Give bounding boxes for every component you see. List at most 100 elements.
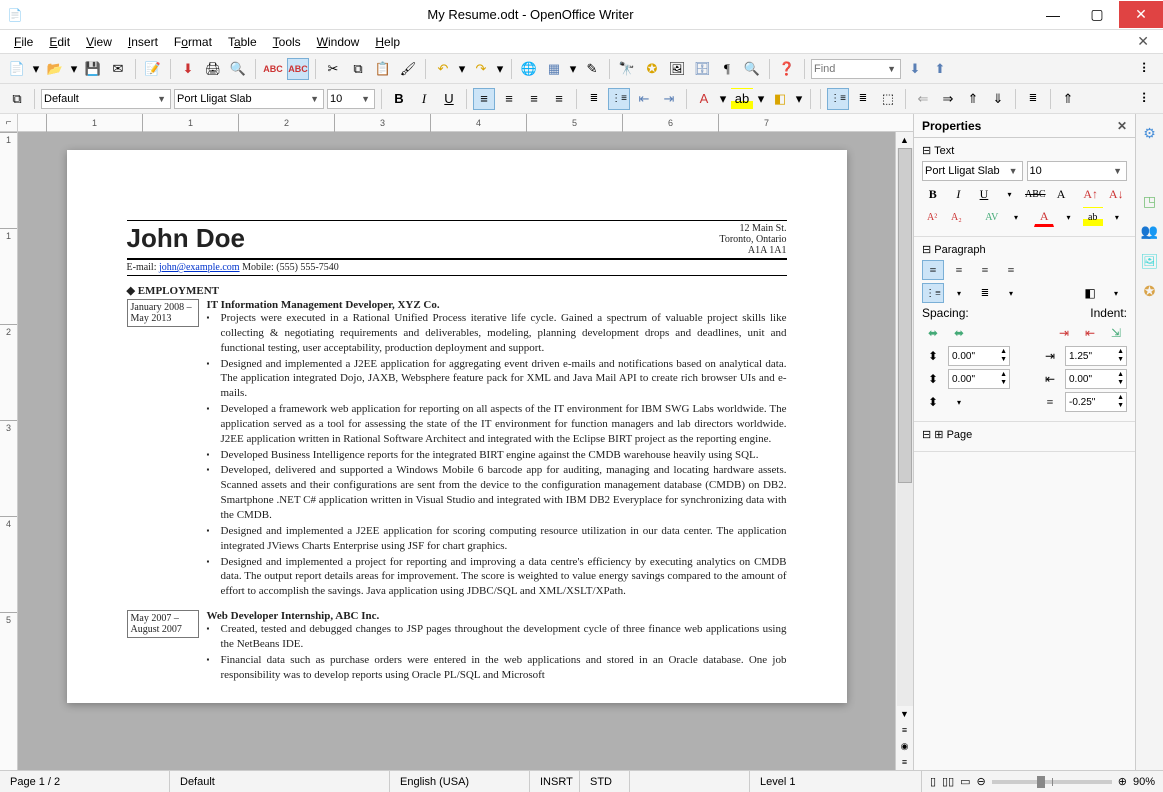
above-spacing-input[interactable]: [949, 351, 998, 362]
gallery-button[interactable]: 🖼: [666, 58, 688, 80]
vertical-scrollbar[interactable]: ▲ ▼ ≡ ◉ ≡: [895, 132, 913, 770]
font-name-field[interactable]: ▼: [174, 89, 324, 109]
align-justify-button[interactable]: ≡: [548, 88, 570, 110]
panel-shadow-button[interactable]: A: [1050, 184, 1072, 204]
increase-spacing-button[interactable]: ⬌: [922, 323, 944, 343]
scroll-thumb[interactable]: [898, 148, 912, 483]
increase-indent-button[interactable]: ⇥: [658, 88, 680, 110]
status-page[interactable]: Page 1 / 2: [0, 771, 170, 792]
font-size-input[interactable]: [330, 93, 359, 105]
align-left-button[interactable]: ≡: [473, 88, 495, 110]
highlight-button[interactable]: ab: [731, 88, 753, 110]
panel-bgcolor-dropdown[interactable]: ▾: [1105, 283, 1127, 303]
menu-tools[interactable]: Tools: [267, 33, 307, 51]
spellcheck-button[interactable]: ABC: [262, 58, 284, 80]
firstline-indent-input[interactable]: [1066, 397, 1115, 408]
scroll-down-button[interactable]: ▼: [897, 706, 913, 722]
menu-window[interactable]: Window: [311, 33, 366, 51]
panel-strike-button[interactable]: ABC: [1024, 184, 1046, 204]
panel-spacing-dropdown[interactable]: ▾: [1006, 207, 1026, 227]
close-doc-button[interactable]: ✕: [1131, 31, 1155, 52]
panel-underline-dropdown[interactable]: ▾: [999, 184, 1021, 204]
move-down-button[interactable]: ⬚: [877, 88, 899, 110]
chevron-down-icon[interactable]: ▼: [155, 94, 168, 104]
after-indent-input[interactable]: [1066, 374, 1115, 385]
panel-super-button[interactable]: A²: [922, 207, 942, 227]
firstline-indent-field[interactable]: ▲▼: [1065, 392, 1127, 412]
decrease-spacing-button[interactable]: ⬌: [948, 323, 970, 343]
zoom-slider[interactable]: [992, 780, 1112, 784]
panel-align-center[interactable]: ≡: [948, 260, 970, 280]
panel-italic-button[interactable]: I: [948, 184, 970, 204]
new-button[interactable]: 📄: [6, 58, 28, 80]
after-indent-field[interactable]: ▲▼: [1065, 369, 1127, 389]
before-indent-field[interactable]: ▲▼: [1065, 346, 1127, 366]
vertical-ruler[interactable]: 112 345: [0, 132, 18, 770]
format-paintbrush-button[interactable]: 🖌: [397, 58, 419, 80]
open-button[interactable]: 📂: [44, 58, 66, 80]
font-color-dropdown[interactable]: ▾: [718, 88, 728, 110]
view-multi-icon[interactable]: ▯▯: [942, 775, 954, 788]
close-button[interactable]: ✕: [1119, 1, 1163, 28]
restart-numbering-button[interactable]: ≣: [1022, 88, 1044, 110]
toolbar2-overflow[interactable]: ⠇: [1135, 88, 1157, 110]
below-spacing-input[interactable]: [949, 374, 998, 385]
bg-color-button[interactable]: ◧: [769, 88, 791, 110]
minimize-button[interactable]: —: [1031, 1, 1075, 28]
panel-highlight-button[interactable]: ab: [1083, 207, 1103, 227]
zoom-value[interactable]: 90%: [1133, 776, 1155, 788]
email-link[interactable]: john@example.com: [159, 262, 240, 273]
panel-bgcolor[interactable]: ◧: [1079, 283, 1101, 303]
tab-left-button[interactable]: ⇐: [912, 88, 934, 110]
hanging-indent-button[interactable]: ⇲: [1105, 323, 1127, 343]
panel-shrink-font-button[interactable]: A↓: [1105, 184, 1127, 204]
menu-file[interactable]: File: [8, 33, 39, 51]
promote-outline-button[interactable]: ⋮≡: [827, 88, 849, 110]
menu-edit[interactable]: Edit: [43, 33, 76, 51]
redo-dropdown[interactable]: ▾: [495, 58, 505, 80]
panel-fontcolor-dropdown[interactable]: ▾: [1058, 207, 1078, 227]
highlight-dropdown[interactable]: ▾: [756, 88, 766, 110]
status-level[interactable]: Level 1: [750, 771, 922, 792]
paragraph-style-input[interactable]: [44, 93, 155, 105]
export-pdf-button[interactable]: ⬇: [177, 58, 199, 80]
navigator-tab-icon[interactable]: 🖼: [1139, 250, 1161, 272]
menu-format[interactable]: Format: [168, 33, 218, 51]
menu-insert[interactable]: Insert: [122, 33, 164, 51]
document-page[interactable]: John Doe 12 Main St. Toronto, Ontario A1…: [67, 150, 847, 703]
nonprinting-button[interactable]: ¶: [716, 58, 738, 80]
autospell-button[interactable]: ABC: [287, 58, 309, 80]
panel-size-input[interactable]: [1030, 165, 1112, 177]
next-page-button[interactable]: ≡: [897, 754, 913, 770]
view-book-icon[interactable]: ▭: [960, 775, 970, 788]
font-size-field[interactable]: ▼: [327, 89, 375, 109]
maximize-button[interactable]: ▢: [1075, 1, 1119, 28]
undo-dropdown[interactable]: ▾: [457, 58, 467, 80]
show-draw-button[interactable]: ✎: [581, 58, 603, 80]
chevron-down-icon[interactable]: ▼: [308, 94, 321, 104]
demote-outline-button[interactable]: ≣: [852, 88, 874, 110]
line-spacing-dropdown[interactable]: ▾: [948, 392, 970, 412]
tab-right-button[interactable]: ⇒: [937, 88, 959, 110]
chevron-down-icon[interactable]: ▼: [885, 64, 898, 74]
bullets-button[interactable]: ⋮≡: [608, 88, 630, 110]
functions-tab-icon[interactable]: ✪: [1139, 280, 1161, 302]
find-prev-button[interactable]: ⬆: [929, 58, 951, 80]
numbering-button[interactable]: ≣: [583, 88, 605, 110]
scroll-up-button[interactable]: ▲: [897, 132, 913, 148]
panel-sub-button[interactable]: A₂: [946, 207, 966, 227]
find-field[interactable]: ▼: [811, 59, 901, 79]
zoom-in-button[interactable]: ⊕: [1118, 775, 1127, 788]
paragraph-style-field[interactable]: ▼: [41, 89, 171, 109]
find-input[interactable]: [814, 63, 885, 75]
table-dropdown[interactable]: ▾: [568, 58, 578, 80]
edit-file-button[interactable]: 📝: [142, 58, 164, 80]
prev-page-button[interactable]: ≡: [897, 722, 913, 738]
panel-close-button[interactable]: ✕: [1117, 119, 1127, 133]
copy-button[interactable]: ⧉: [347, 58, 369, 80]
panel-spacing-button[interactable]: AV: [982, 207, 1002, 227]
panel-highlight-dropdown[interactable]: ▾: [1107, 207, 1127, 227]
status-std[interactable]: STD: [580, 771, 630, 792]
align-right-button[interactable]: ≡: [523, 88, 545, 110]
help-button[interactable]: ❓: [776, 58, 798, 80]
